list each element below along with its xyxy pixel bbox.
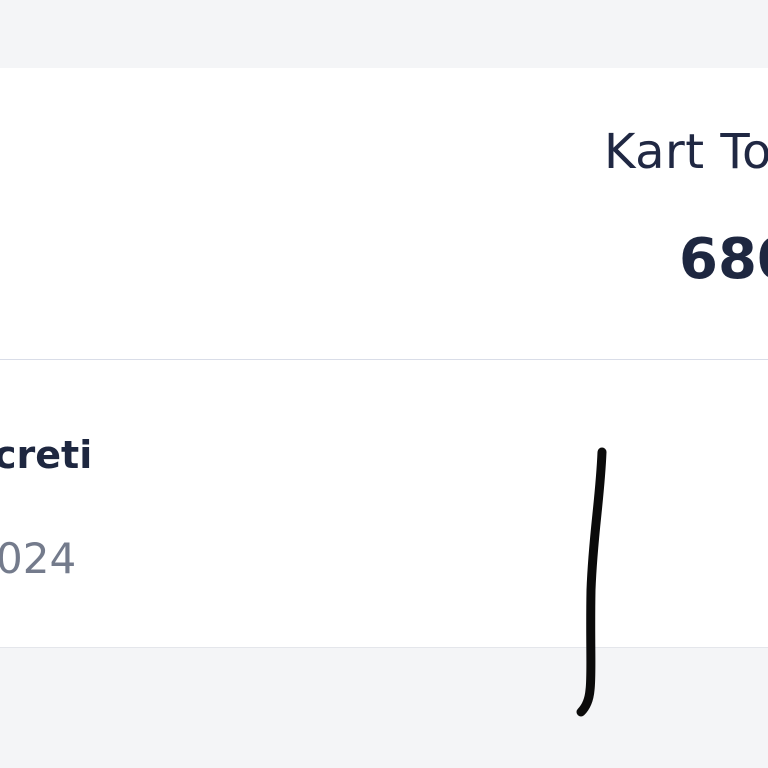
list-item-date: 024	[0, 534, 77, 583]
card-bottom-border	[0, 647, 768, 648]
card-total-label: Kart To	[604, 124, 768, 180]
list-item[interactable]: creti 024	[0, 360, 768, 647]
summary-card: Kart To 680 creti 024	[0, 68, 768, 648]
handwritten-stroke	[576, 447, 607, 717]
list-item-title: creti	[0, 433, 93, 477]
card-total-value: 680	[679, 227, 768, 292]
card-header: Kart To 680	[0, 68, 768, 359]
page: Kart To 680 creti 024	[0, 0, 768, 768]
